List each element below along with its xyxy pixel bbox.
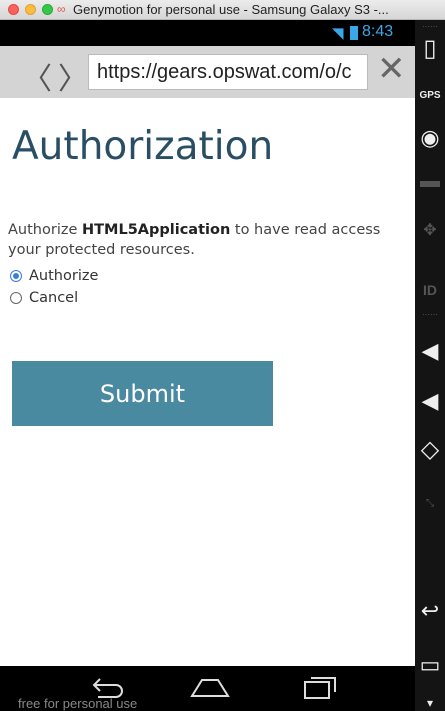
recent-apps-icon[interactable]: [302, 675, 338, 701]
description-line2: your protected resources.: [8, 242, 195, 258]
rotate-icon[interactable]: ◇: [415, 435, 445, 464]
id-label: ID: [423, 282, 437, 298]
menu-tool-icon[interactable]: ▾: [415, 696, 445, 710]
id-icon[interactable]: ID: [415, 282, 445, 298]
forward-icon[interactable]: 〉: [58, 54, 88, 98]
gps-icon[interactable]: GPS: [415, 90, 445, 101]
android-screen: ◥ 8:43 〈 〉 ✕ Authorization Authorize HTM…: [0, 20, 415, 711]
watermark: free for personal use: [18, 696, 138, 711]
authorize-option[interactable]: Authorize: [10, 268, 98, 284]
dpad-icon[interactable]: ✥: [415, 220, 445, 240]
toolbar-divider-icon: ⋯⋯: [422, 310, 438, 319]
close-window-button[interactable]: [8, 4, 19, 15]
capture-icon[interactable]: ▬: [415, 170, 445, 193]
description-prefix: Authorize: [8, 222, 78, 238]
volume-down-icon[interactable]: ◀: [415, 388, 445, 414]
home-nav-icon[interactable]: [190, 676, 230, 698]
page-title: Authorization: [12, 124, 274, 169]
app-name: HTML5Application: [82, 222, 231, 238]
recent-tool-icon[interactable]: ▭: [415, 652, 445, 678]
cancel-radio[interactable]: [10, 292, 22, 304]
window-title: Genymotion for personal use - Samsung Ga…: [73, 2, 389, 17]
window-titlebar: ∞ Genymotion for personal use - Samsung …: [0, 0, 445, 20]
close-icon[interactable]: ✕: [377, 52, 406, 86]
camera-icon[interactable]: ◉: [415, 125, 445, 151]
genymotion-toolbar: ⋯⋯ ▯ GPS ◉ ▬ ✥ ID ⋯⋯ ◀ ◀ ◇ ⤡ ↩ ▭ ▾: [415, 20, 445, 711]
back-tool-icon[interactable]: ↩: [415, 598, 445, 624]
wifi-icon: ◥: [332, 25, 344, 42]
submit-button[interactable]: Submit: [12, 361, 273, 426]
maximize-window-button[interactable]: [42, 4, 53, 15]
back-icon[interactable]: 〈: [22, 54, 52, 98]
status-bar: ◥ 8:43: [0, 20, 415, 46]
scale-icon[interactable]: ⤡: [415, 498, 445, 509]
url-input[interactable]: [88, 54, 368, 90]
status-time: 8:43: [362, 23, 394, 40]
minimize-window-button[interactable]: [25, 4, 36, 15]
toolbar-grip-icon: ⋯⋯: [422, 22, 438, 31]
battery-tool-icon[interactable]: ▯: [415, 34, 445, 63]
page-content: Authorization Authorize HTML5Application…: [0, 98, 415, 666]
description: Authorize HTML5Application to have read …: [8, 220, 408, 260]
authorize-label[interactable]: Authorize: [29, 268, 98, 284]
cancel-option[interactable]: Cancel: [10, 290, 78, 306]
gps-label: GPS: [419, 90, 441, 101]
volume-up-icon[interactable]: ◀: [415, 338, 445, 364]
browser-url-bar: 〈 〉 ✕: [0, 46, 415, 98]
battery-icon: [350, 26, 358, 40]
cancel-label[interactable]: Cancel: [29, 290, 78, 306]
genymotion-icon: ∞: [57, 2, 66, 16]
authorize-radio[interactable]: [10, 270, 22, 282]
description-suffix: to have read access: [234, 222, 381, 238]
